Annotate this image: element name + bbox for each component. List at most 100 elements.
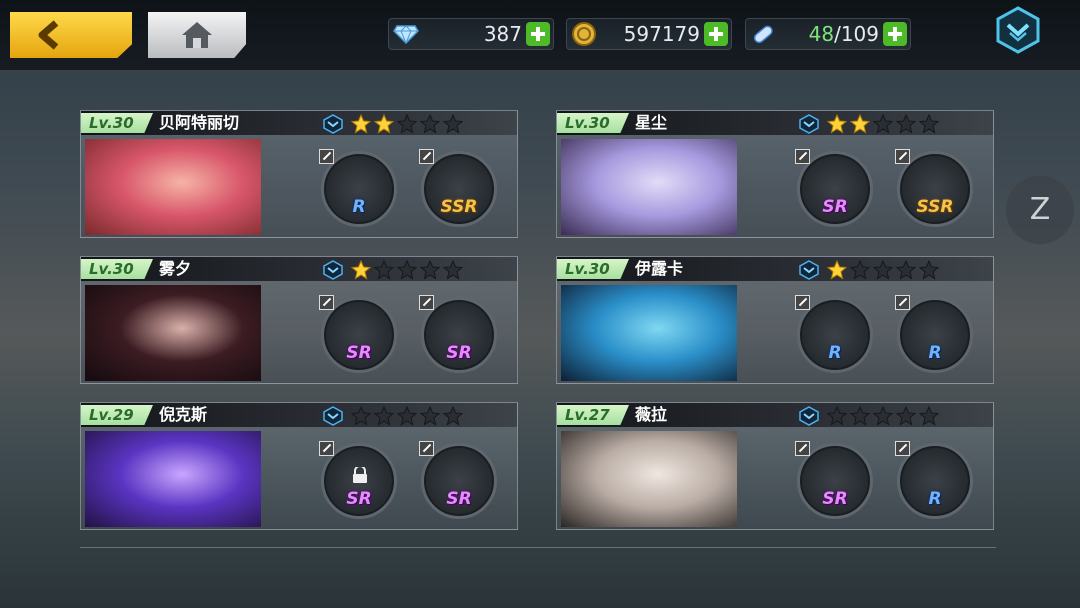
rank-chevron-icon <box>799 114 819 134</box>
stamina-current: 48 <box>808 22 835 46</box>
gold-value: 597179 <box>623 22 700 46</box>
star-empty-icon <box>442 405 464 430</box>
weapon-slot[interactable]: SR <box>793 439 877 523</box>
character-card[interactable]: Lv.29 倪克斯 SR SR <box>80 402 518 530</box>
star-filled-icon <box>350 113 372 138</box>
weapon-slot[interactable]: R <box>893 439 977 523</box>
star-empty-icon <box>849 259 871 284</box>
star-empty-icon <box>373 405 395 430</box>
star-rating <box>350 259 464 284</box>
weapon-slot[interactable]: SSR <box>893 147 977 231</box>
star-rating <box>350 405 464 430</box>
star-empty-icon <box>396 405 418 430</box>
add-gold-button[interactable] <box>704 22 728 46</box>
weapon-rarity: SSR <box>916 197 954 217</box>
divider <box>80 547 996 548</box>
weapon-slot[interactable]: SR <box>317 439 401 523</box>
star-empty-icon <box>895 113 917 138</box>
weapon-rarity: SR <box>346 489 372 509</box>
edit-icon[interactable] <box>895 441 910 456</box>
weapon-rarity: SR <box>822 197 848 217</box>
weapon-rarity: SR <box>346 343 372 363</box>
diamond-icon <box>391 19 421 49</box>
star-empty-icon <box>350 405 372 430</box>
level-badge: Lv.30 <box>557 113 629 133</box>
character-name: 雾夕 <box>159 259 192 278</box>
purple-hair-portrait <box>85 431 261 527</box>
weapon-slot[interactable]: R <box>317 147 401 231</box>
star-empty-icon <box>895 405 917 430</box>
edit-icon[interactable] <box>795 295 810 310</box>
star-empty-icon <box>419 113 441 138</box>
rank-chevron-icon <box>799 260 819 280</box>
character-card[interactable]: Lv.30 雾夕 SR SR <box>80 256 518 384</box>
character-card[interactable]: Lv.30 伊露卡 R R <box>556 256 994 384</box>
character-name: 倪克斯 <box>159 405 208 424</box>
level-badge: Lv.30 <box>81 259 153 279</box>
edit-icon[interactable] <box>419 149 434 164</box>
weapon-slot[interactable]: SSR <box>417 147 501 231</box>
diamond-value: 387 <box>483 22 522 46</box>
z-button[interactable]: Z <box>1006 176 1074 244</box>
weapon-slot[interactable]: SR <box>417 293 501 377</box>
edit-icon[interactable] <box>795 441 810 456</box>
weapon-slot[interactable]: SR <box>417 439 501 523</box>
weapon-rarity: R <box>828 343 842 363</box>
edit-icon[interactable] <box>895 295 910 310</box>
pink-hair-portrait <box>85 139 261 235</box>
character-name: 伊露卡 <box>635 259 684 278</box>
diamond-counter: 387 <box>388 18 554 50</box>
top-bar: 387 597179 48/109 <box>0 0 1080 71</box>
stamina-capsule-icon <box>748 19 778 49</box>
character-card[interactable]: Lv.30 贝阿特丽切 R SSR <box>80 110 518 238</box>
edit-icon[interactable] <box>795 149 810 164</box>
star-empty-icon <box>442 259 464 284</box>
edit-icon[interactable] <box>895 149 910 164</box>
character-name: 薇拉 <box>635 405 668 424</box>
level-badge: Lv.30 <box>81 113 153 133</box>
rank-chevron-icon <box>799 406 819 426</box>
character-card[interactable]: Lv.30 星尘 SR SSR <box>556 110 994 238</box>
star-empty-icon <box>373 259 395 284</box>
star-filled-icon <box>849 113 871 138</box>
weapon-rarity: SSR <box>440 197 478 217</box>
add-diamond-button[interactable] <box>526 22 550 46</box>
edit-icon[interactable] <box>319 441 334 456</box>
edit-icon[interactable] <box>319 149 334 164</box>
lavender-hair-portrait <box>561 139 737 235</box>
weapon-rarity: R <box>352 197 366 217</box>
dropdown-chevron-icon <box>996 6 1040 54</box>
home-button[interactable] <box>148 12 246 58</box>
back-button[interactable] <box>10 12 132 58</box>
weapon-slot[interactable]: R <box>893 293 977 377</box>
add-stamina-button[interactable] <box>883 22 907 46</box>
edit-icon[interactable] <box>419 441 434 456</box>
star-empty-icon <box>419 259 441 284</box>
star-empty-icon <box>872 259 894 284</box>
star-empty-icon <box>396 113 418 138</box>
star-empty-icon <box>918 259 940 284</box>
star-rating <box>826 259 940 284</box>
stamina-counter: 48/109 <box>745 18 911 50</box>
menu-button[interactable] <box>996 6 1040 54</box>
character-card[interactable]: Lv.27 薇拉 SR R <box>556 402 994 530</box>
level-badge: Lv.30 <box>557 259 629 279</box>
edit-icon[interactable] <box>419 295 434 310</box>
star-rating <box>350 113 464 138</box>
level-badge: Lv.27 <box>557 405 629 425</box>
edit-icon[interactable] <box>319 295 334 310</box>
home-icon <box>182 22 212 48</box>
star-empty-icon <box>396 259 418 284</box>
character-name: 星尘 <box>635 113 668 132</box>
weapon-slot[interactable]: SR <box>793 147 877 231</box>
star-empty-icon <box>918 405 940 430</box>
star-rating <box>826 113 940 138</box>
weapon-slot[interactable]: R <box>793 293 877 377</box>
star-filled-icon <box>826 259 848 284</box>
weapon-slot[interactable]: SR <box>317 293 401 377</box>
star-empty-icon <box>419 405 441 430</box>
stamina-max: 109 <box>840 22 879 46</box>
stamina-separator: / <box>834 22 841 46</box>
weapon-rarity: SR <box>446 489 472 509</box>
blue-hair-portrait <box>561 285 737 381</box>
